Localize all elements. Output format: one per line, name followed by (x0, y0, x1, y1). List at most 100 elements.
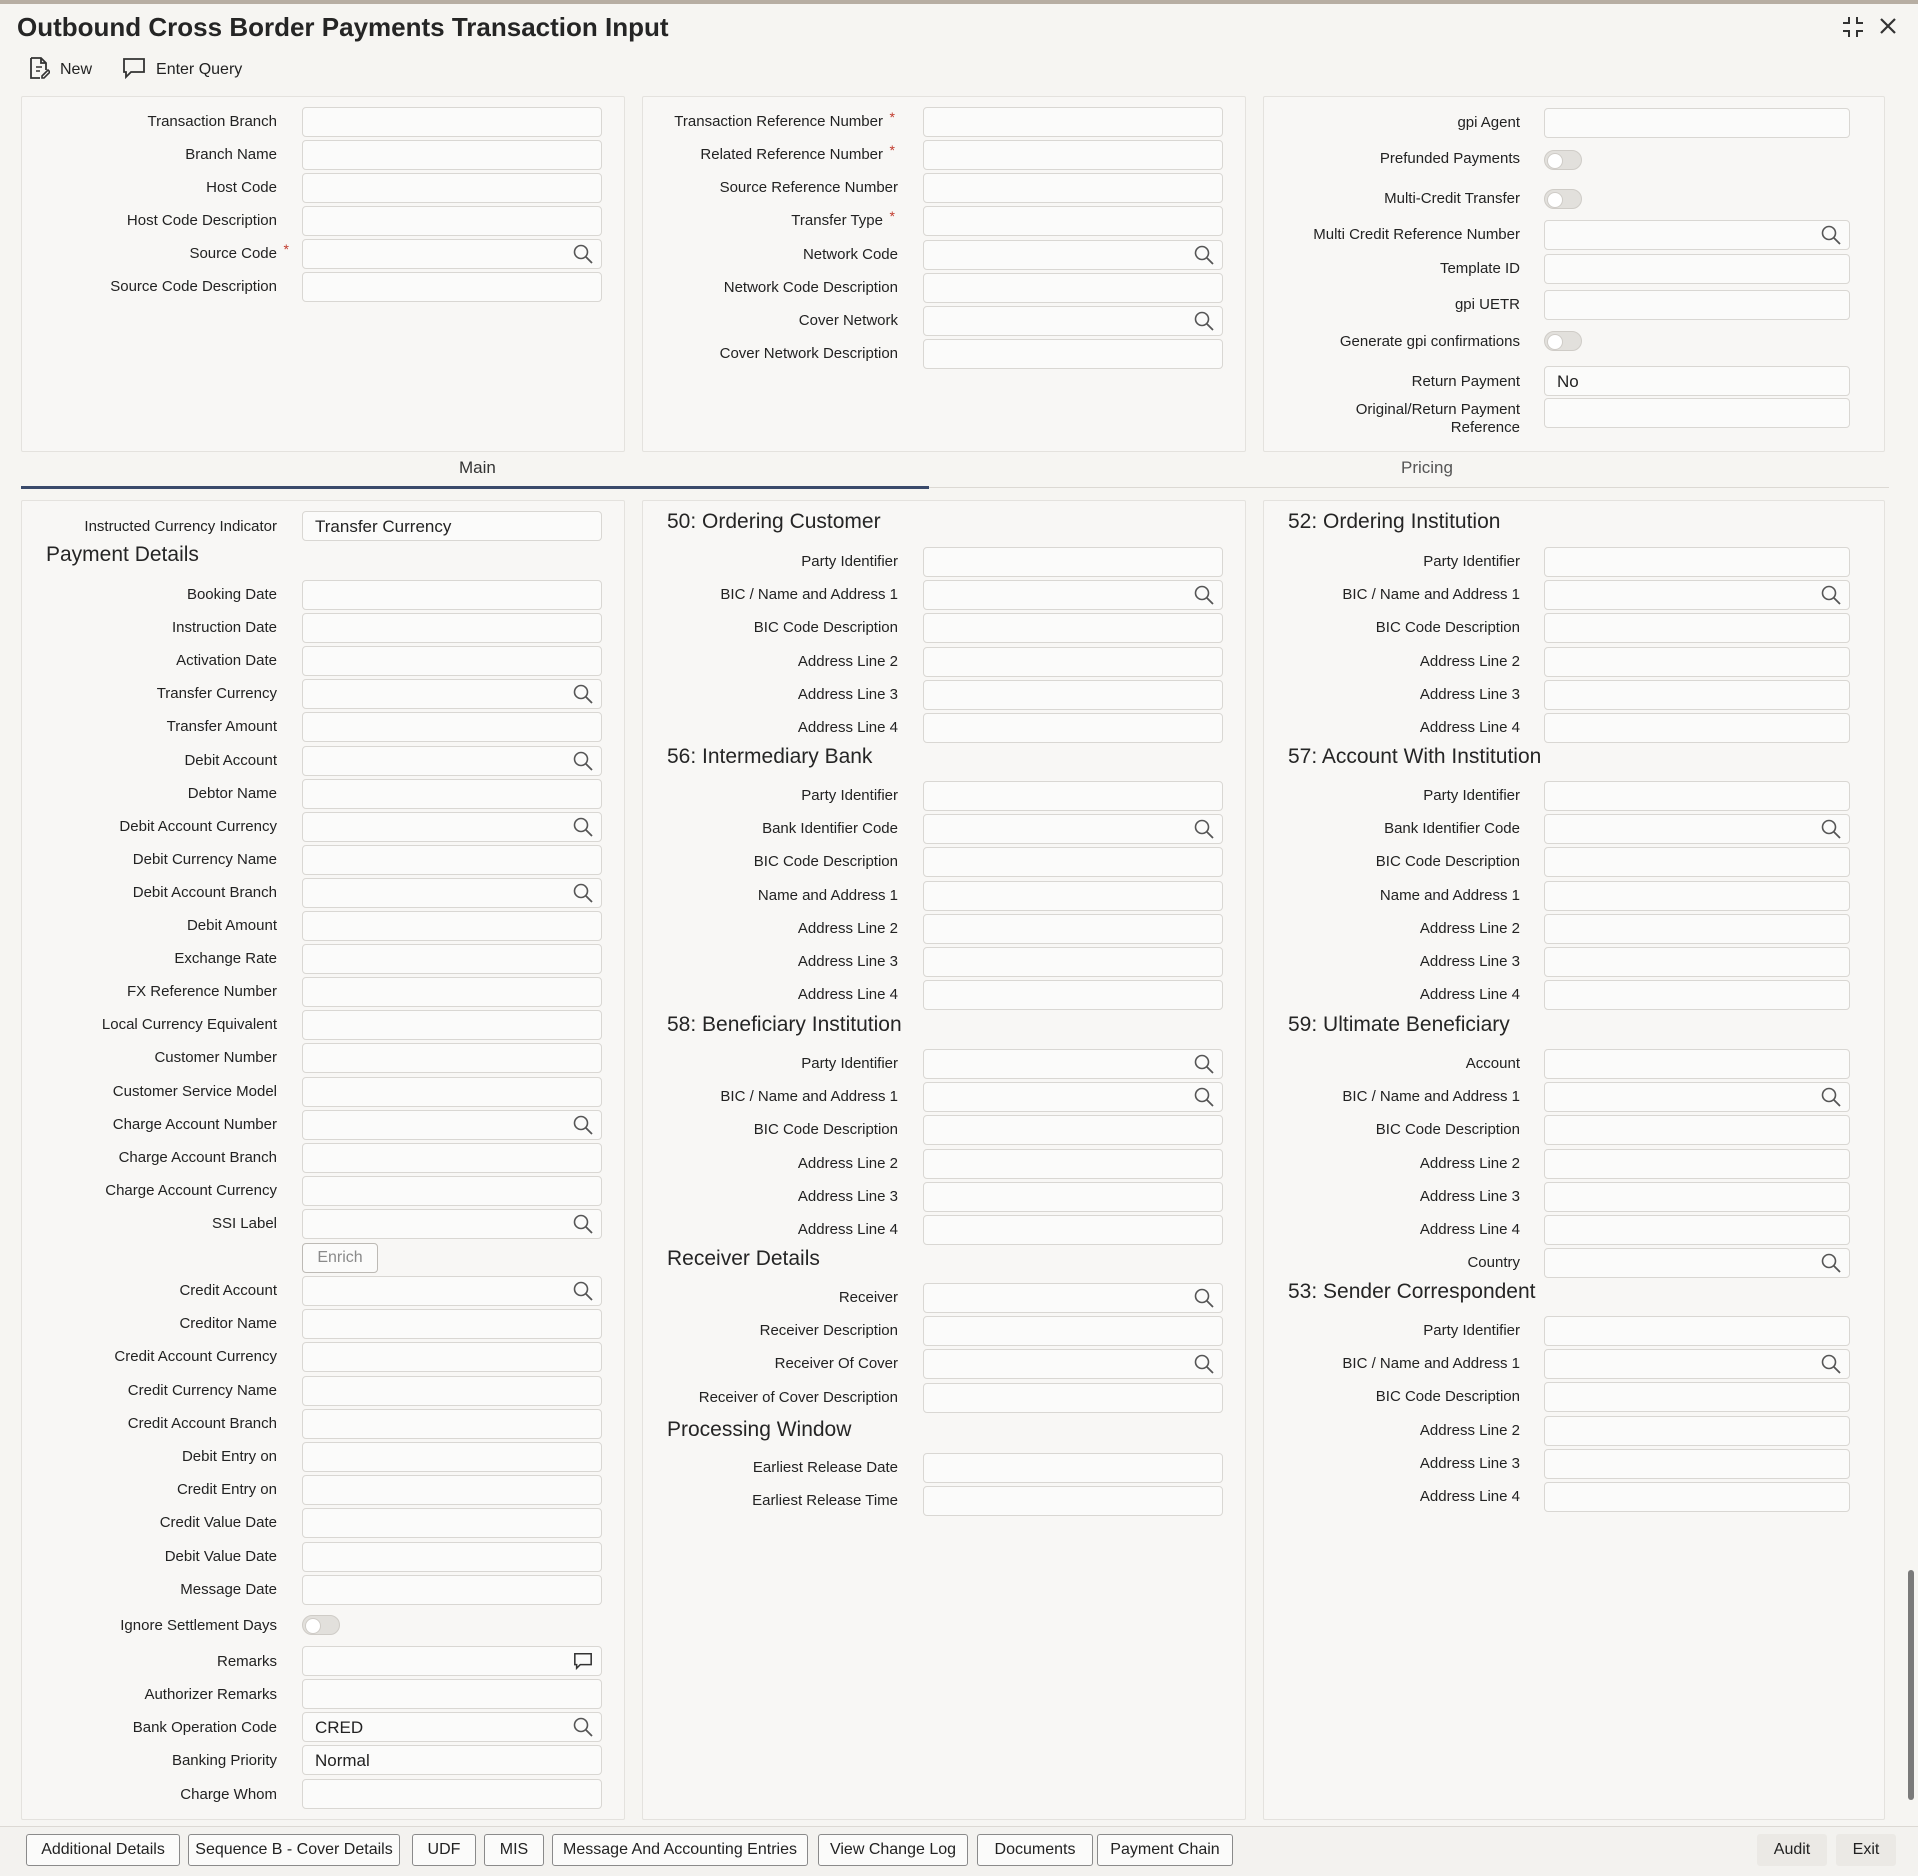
network-code-description-field[interactable] (923, 273, 1223, 303)
receiver-details-receiver-of-cover-description-field[interactable] (923, 1382, 1223, 1413)
multi-credit-transfer-toggle[interactable] (1544, 189, 1582, 209)
source-reference-number-field[interactable] (923, 173, 1223, 203)
audit-button[interactable]: Audit (1757, 1834, 1827, 1866)
beneficiary-institution-address-line-3-field[interactable] (923, 1181, 1223, 1212)
search-icon[interactable] (1821, 1253, 1841, 1273)
payment-charge-account-branch-field[interactable] (302, 1142, 602, 1173)
enter-query-button[interactable]: Enter Query (122, 57, 242, 84)
account-with-institution-bic-code-description-field[interactable] (1544, 847, 1850, 878)
minimize-icon[interactable] (1840, 14, 1866, 46)
payment-debtor-name-field[interactable] (302, 778, 602, 809)
search-icon[interactable] (573, 817, 593, 837)
account-with-institution-address-line-2-field[interactable] (1544, 913, 1850, 944)
charge-whom-field[interactable] (302, 1779, 602, 1809)
payment-debit-account-currency-field[interactable] (302, 811, 602, 842)
sender-correspondent-party-identifier-field[interactable] (1544, 1316, 1850, 1346)
search-icon[interactable] (1821, 585, 1841, 605)
ordering-institution-address-line-2-field[interactable] (1544, 646, 1850, 677)
payment-creditor-name-field[interactable] (302, 1309, 602, 1340)
ultimate-beneficiary-country-field[interactable] (1544, 1248, 1850, 1279)
payment-debit-currency-name-field[interactable] (302, 844, 602, 875)
payment-charge-account-number-field[interactable] (302, 1109, 602, 1140)
search-icon[interactable] (573, 684, 593, 704)
ordering-customer-bic-code-description-field[interactable] (923, 613, 1223, 644)
vertical-scrollbar[interactable] (1908, 90, 1914, 1810)
account-with-institution-party-identifier-field[interactable] (1544, 781, 1850, 811)
ultimate-beneficiary-address-line-4-field[interactable] (1544, 1215, 1850, 1245)
ultimate-beneficiary-bic-code-description-field[interactable] (1544, 1115, 1850, 1146)
scrollbar-thumb[interactable] (1908, 1570, 1914, 1800)
payment-credit-entry-on-field[interactable] (302, 1475, 602, 1506)
payment-debit-value-date-field[interactable] (302, 1541, 602, 1572)
search-icon[interactable] (573, 1281, 593, 1301)
branch-name-field[interactable] (302, 140, 602, 170)
bank-operation-code-field[interactable]: CRED (302, 1712, 602, 1742)
payment-transfer-currency-field[interactable] (302, 679, 602, 710)
intermediary-bank-bank-identifier-code-field[interactable] (923, 814, 1223, 845)
payment-customer-number-field[interactable] (302, 1043, 602, 1074)
template-id-field[interactable] (1544, 254, 1850, 284)
search-icon[interactable] (1194, 1054, 1214, 1074)
beneficiary-institution-bic-code-description-field[interactable] (923, 1115, 1223, 1146)
search-icon[interactable] (573, 1214, 593, 1234)
ordering-institution-address-line-3-field[interactable] (1544, 679, 1850, 710)
processing-window-earliest-release-date-field[interactable] (923, 1453, 1223, 1483)
payment-customer-service-model-field[interactable] (302, 1076, 602, 1107)
payment-chain-button[interactable]: Payment Chain (1097, 1834, 1233, 1866)
payment-credit-account-currency-field[interactable] (302, 1342, 602, 1373)
search-icon[interactable] (573, 751, 593, 771)
banking-priority-field[interactable]: Normal (302, 1745, 602, 1775)
transfer-type-field[interactable] (923, 206, 1223, 236)
search-icon[interactable] (1194, 245, 1214, 265)
payment-message-date-field[interactable] (302, 1574, 602, 1605)
intermediary-bank-address-line-4-field[interactable] (923, 980, 1223, 1011)
payment-ssi-label-field[interactable] (302, 1208, 602, 1239)
search-icon[interactable] (1821, 1087, 1841, 1107)
sender-correspondent-bic-name-and-address-1-field[interactable] (1544, 1349, 1850, 1380)
search-icon[interactable] (1821, 1354, 1841, 1374)
payment-fx-reference-number-field[interactable] (302, 977, 602, 1008)
cover-network-description-field[interactable] (923, 339, 1223, 369)
search-icon[interactable] (573, 1115, 593, 1135)
tab-pricing[interactable]: Pricing (1401, 458, 1453, 478)
payment-debit-amount-field[interactable] (302, 911, 602, 941)
search-icon[interactable] (573, 1717, 593, 1737)
ignore-settlement-days-toggle[interactable] (302, 1615, 340, 1635)
intermediary-bank-bic-code-description-field[interactable] (923, 847, 1223, 878)
transaction-branch-field[interactable] (302, 107, 602, 137)
search-icon[interactable] (1194, 1288, 1214, 1308)
intermediary-bank-name-and-address-1-field[interactable] (923, 880, 1223, 911)
udf-button[interactable]: UDF (412, 1834, 476, 1866)
gpi-uetr-field[interactable] (1544, 290, 1850, 320)
payment-local-currency-equivalent-field[interactable] (302, 1010, 602, 1041)
payment-credit-currency-name-field[interactable] (302, 1375, 602, 1406)
related-reference-number-field[interactable] (923, 140, 1223, 170)
payment-transfer-amount-field[interactable] (302, 712, 602, 743)
transaction-reference-number-field[interactable] (923, 107, 1223, 137)
sender-correspondent-address-line-3-field[interactable] (1544, 1448, 1850, 1479)
payment-debit-entry-on-field[interactable] (302, 1442, 602, 1472)
ordering-institution-address-line-4-field[interactable] (1544, 713, 1850, 743)
ordering-customer-party-identifier-field[interactable] (923, 547, 1223, 577)
payment-credit-account-branch-field[interactable] (302, 1408, 602, 1439)
ordering-institution-party-identifier-field[interactable] (1544, 547, 1850, 577)
sender-correspondent-bic-code-description-field[interactable] (1544, 1382, 1850, 1413)
payment-exchange-rate-field[interactable] (302, 944, 602, 975)
host-code-description-field[interactable] (302, 206, 602, 236)
source-code-field[interactable] (302, 239, 602, 269)
search-icon[interactable] (1821, 225, 1841, 245)
receiver-details-receiver-field[interactable] (923, 1283, 1223, 1313)
search-icon[interactable] (1194, 1354, 1214, 1375)
tab-main[interactable]: Main (459, 458, 496, 478)
ordering-institution-bic-name-and-address-1-field[interactable] (1544, 580, 1850, 611)
ordering-institution-bic-code-description-field[interactable] (1544, 613, 1850, 644)
network-code-field[interactable] (923, 240, 1223, 270)
mis-button[interactable]: MIS (484, 1834, 544, 1866)
ultimate-beneficiary-account-field[interactable] (1544, 1049, 1850, 1079)
beneficiary-institution-address-line-4-field[interactable] (923, 1215, 1223, 1245)
original-return-payment-reference-field[interactable] (1544, 398, 1850, 428)
account-with-institution-address-line-3-field[interactable] (1544, 947, 1850, 977)
processing-window-earliest-release-time-field[interactable] (923, 1486, 1223, 1517)
payment-credit-account-field[interactable] (302, 1276, 602, 1306)
comment-icon[interactable] (573, 1651, 593, 1671)
